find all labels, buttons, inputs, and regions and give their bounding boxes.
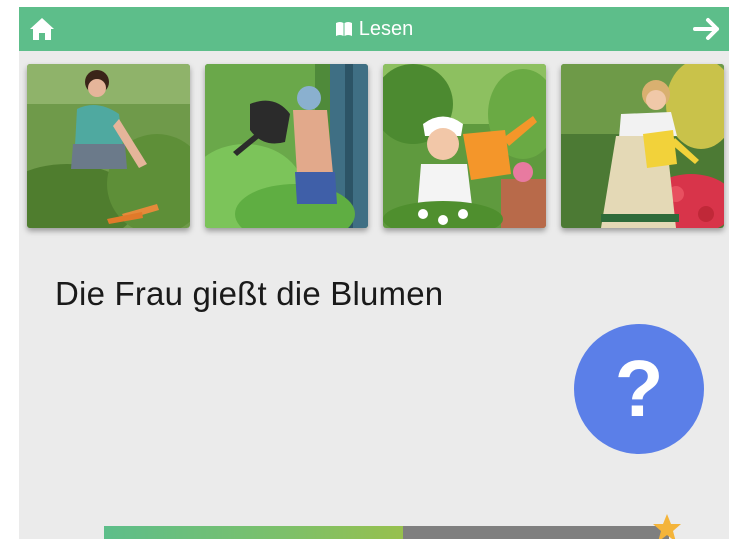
progress-bar — [104, 526, 669, 539]
image-option-3[interactable] — [383, 64, 546, 228]
girl-watering-photo — [383, 64, 546, 228]
image-option-4[interactable] — [561, 64, 724, 228]
next-button[interactable] — [691, 15, 723, 43]
help-button[interactable]: ? — [574, 324, 704, 454]
image-option-2[interactable] — [205, 64, 368, 228]
help-button-label: ? — [614, 344, 664, 433]
book-icon — [335, 22, 352, 36]
header-bar: Lesen — [19, 7, 729, 51]
sentence-text: Die Frau gießt die Blumen — [55, 275, 444, 312]
image-options — [27, 64, 727, 228]
image-option-1[interactable] — [27, 64, 190, 228]
app-frame: Lesen Die Frau gießt die Blumen ? — [19, 7, 729, 539]
star-icon — [653, 514, 681, 539]
woman-harvesting-photo — [27, 64, 190, 228]
boy-watering-photo — [205, 64, 368, 228]
woman-watering-photo — [561, 64, 724, 228]
header-title: Lesen — [358, 17, 414, 40]
arrow-right-icon — [693, 18, 719, 40]
header-title-group: Lesen — [19, 7, 729, 51]
progress-fill — [104, 526, 404, 539]
